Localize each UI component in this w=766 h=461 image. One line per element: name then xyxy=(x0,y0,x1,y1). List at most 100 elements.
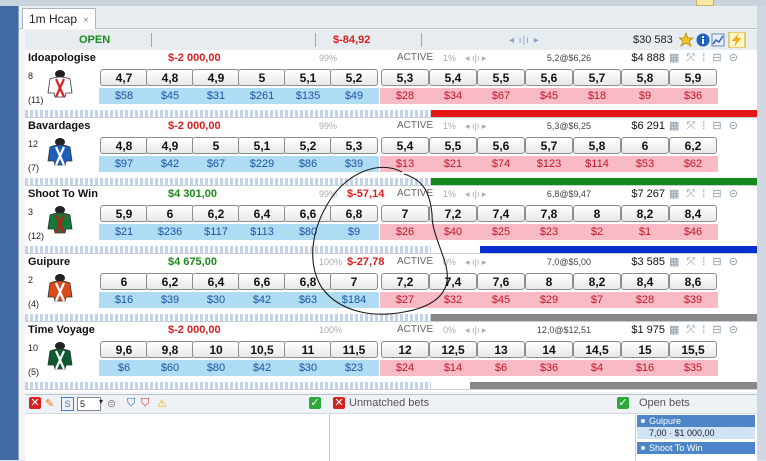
lay-price-cell[interactable]: 5,3 $28 xyxy=(380,66,430,110)
lay-odds-button[interactable]: 12 xyxy=(381,341,429,358)
back-odds-button[interactable]: 5 xyxy=(238,69,286,86)
lay-price-cell[interactable]: 8,4 $46 xyxy=(668,202,718,246)
runner-tools-icons[interactable]: ▦ ⤧ ⁞ ⊟ ⊝ xyxy=(669,255,740,269)
chevron-down-icon[interactable]: ▾ xyxy=(99,397,103,406)
lay-price-cell[interactable]: 15 $16 xyxy=(620,338,670,382)
back-price-cell[interactable]: 5 $67 xyxy=(191,134,241,178)
back-price-cell[interactable]: 5,1 $135 xyxy=(283,66,333,110)
lay-price-cell[interactable]: 7,4 $25 xyxy=(476,202,526,246)
lay-price-cell[interactable]: 7,2 $40 xyxy=(428,202,478,246)
edit-icon[interactable]: ✎ xyxy=(45,397,54,410)
back-odds-button[interactable]: 10,5 xyxy=(238,341,286,358)
lay-odds-button[interactable]: 5,4 xyxy=(381,137,429,154)
info-icon[interactable] xyxy=(696,33,710,47)
lay-odds-button[interactable]: 6,2 xyxy=(669,137,717,154)
lay-price-cell[interactable]: 15,5 $35 xyxy=(668,338,718,382)
lay-price-cell[interactable]: 7,6 $45 xyxy=(476,270,526,314)
runner-tools-icons[interactable]: ▦ ⤧ ⁞ ⊟ ⊝ xyxy=(669,323,740,337)
runner-tools-icons[interactable]: ▦ ⤧ ⁞ ⊟ ⊝ xyxy=(669,119,740,133)
lay-price-cell[interactable]: 5,7 $123 xyxy=(524,134,574,178)
back-odds-button[interactable]: 5 xyxy=(192,137,240,154)
back-price-cell[interactable]: 6,6 $80 xyxy=(283,202,333,246)
back-price-cell[interactable]: 4,7 $58 xyxy=(99,66,149,110)
back-odds-button[interactable]: 5,9 xyxy=(100,205,148,222)
lay-price-cell[interactable]: 7,2 $27 xyxy=(380,270,430,314)
back-odds-button[interactable]: 4,8 xyxy=(146,69,194,86)
back-odds-button[interactable]: 11,5 xyxy=(330,341,378,358)
back-odds-button[interactable]: 5,2 xyxy=(284,137,332,154)
back-price-cell[interactable]: 6 $16 xyxy=(99,270,149,314)
lay-odds-button[interactable]: 7,6 xyxy=(477,273,525,290)
lay-odds-button[interactable]: 8,2 xyxy=(573,273,621,290)
lay-price-cell[interactable]: 5,8 $9 xyxy=(620,66,670,110)
runner-name[interactable]: Bavardages xyxy=(28,120,90,132)
reset-icon[interactable]: ⊜ xyxy=(107,397,116,410)
ladder-toggle-icon[interactable]: ◂ ı|ı ▸ xyxy=(509,35,540,46)
lay-odds-button[interactable]: 8,4 xyxy=(621,273,669,290)
check-icon[interactable]: ✓ xyxy=(617,397,629,409)
back-price-cell[interactable]: 10,5 $42 xyxy=(237,338,287,382)
back-odds-button[interactable]: 6,6 xyxy=(284,205,332,222)
lay-odds-button[interactable]: 5,8 xyxy=(621,69,669,86)
runner-name[interactable]: Guipure xyxy=(28,256,70,268)
lay-odds-button[interactable]: 5,8 xyxy=(573,137,621,154)
tab-market[interactable]: 1m Hcap × xyxy=(22,8,96,29)
back-price-cell[interactable]: 6,8 $9 xyxy=(329,202,379,246)
back-price-cell[interactable]: 10 $80 xyxy=(191,338,241,382)
lay-odds-button[interactable]: 7,4 xyxy=(477,205,525,222)
back-price-cell[interactable]: 5 $261 xyxy=(237,66,287,110)
cancel-all-icon[interactable]: ✕ xyxy=(29,397,41,409)
lay-price-cell[interactable]: 8,4 $28 xyxy=(620,270,670,314)
lay-odds-button[interactable]: 8 xyxy=(573,205,621,222)
back-price-cell[interactable]: 4,8 $45 xyxy=(145,66,195,110)
lay-odds-button[interactable]: 12,5 xyxy=(429,341,477,358)
lay-odds-button[interactable]: 7,2 xyxy=(429,205,477,222)
back-price-cell[interactable]: 11,5 $23 xyxy=(329,338,379,382)
lay-odds-button[interactable]: 7 xyxy=(381,205,429,222)
lay-odds-button[interactable]: 5,6 xyxy=(525,69,573,86)
back-price-cell[interactable]: 9,6 $6 xyxy=(99,338,149,382)
back-odds-button[interactable]: 7 xyxy=(330,273,378,290)
lay-price-cell[interactable]: 5,9 $36 xyxy=(668,66,718,110)
back-odds-button[interactable]: 11 xyxy=(284,341,332,358)
lay-odds-button[interactable]: 15 xyxy=(621,341,669,358)
lay-odds-button[interactable]: 8,2 xyxy=(621,205,669,222)
lay-price-cell[interactable]: 8 $2 xyxy=(572,202,622,246)
stake-input[interactable]: 5 xyxy=(77,397,101,411)
back-odds-button[interactable]: 5,1 xyxy=(284,69,332,86)
lay-odds-button[interactable]: 8,6 xyxy=(669,273,717,290)
lay-odds-button[interactable]: 15,5 xyxy=(669,341,717,358)
back-price-cell[interactable]: 11 $30 xyxy=(283,338,333,382)
lay-price-cell[interactable]: 8,2 $1 xyxy=(620,202,670,246)
lay-price-cell[interactable]: 5,6 $45 xyxy=(524,66,574,110)
lay-price-cell[interactable]: 7 $26 xyxy=(380,202,430,246)
check-icon[interactable]: ✓ xyxy=(309,397,321,409)
stake-s-icon[interactable]: S xyxy=(61,397,74,411)
lay-price-cell[interactable]: 5,7 $18 xyxy=(572,66,622,110)
lay-price-cell[interactable]: 12 $24 xyxy=(380,338,430,382)
lay-odds-button[interactable]: 14 xyxy=(525,341,573,358)
runner-tools-icons[interactable]: ▦ ⤧ ⁞ ⊟ ⊝ xyxy=(669,51,740,65)
lay-price-cell[interactable]: 8,6 $39 xyxy=(668,270,718,314)
back-price-cell[interactable]: 7 $184 xyxy=(329,270,379,314)
back-odds-button[interactable]: 5,2 xyxy=(330,69,378,86)
lay-odds-button[interactable]: 8,4 xyxy=(669,205,717,222)
lay-odds-button[interactable]: 7,8 xyxy=(525,205,573,222)
open-bet-item[interactable]: Guipure 7,00 · $1 000,00 xyxy=(637,415,755,439)
lay-odds-button[interactable]: 5,3 xyxy=(381,69,429,86)
chart-icon[interactable] xyxy=(711,33,725,47)
back-price-cell[interactable]: 4,8 $97 xyxy=(99,134,149,178)
lightning-icon[interactable] xyxy=(728,31,746,49)
runner-tools-icons[interactable]: ▦ ⤧ ⁞ ⊟ ⊝ xyxy=(669,187,740,201)
lay-odds-button[interactable]: 6 xyxy=(621,137,669,154)
lay-odds-button[interactable]: 5,7 xyxy=(525,137,573,154)
runner-name[interactable]: Shoot To Win xyxy=(28,188,98,200)
lay-price-cell[interactable]: 14,5 $4 xyxy=(572,338,622,382)
back-price-cell[interactable]: 4,9 $31 xyxy=(191,66,241,110)
back-price-cell[interactable]: 6,2 $39 xyxy=(145,270,195,314)
back-price-cell[interactable]: 5,3 $39 xyxy=(329,134,379,178)
back-odds-button[interactable]: 6,4 xyxy=(238,205,286,222)
lay-odds-button[interactable]: 5,6 xyxy=(477,137,525,154)
lay-odds-button[interactable]: 7,4 xyxy=(429,273,477,290)
shield-red-icon[interactable]: ⛉ xyxy=(141,397,149,410)
